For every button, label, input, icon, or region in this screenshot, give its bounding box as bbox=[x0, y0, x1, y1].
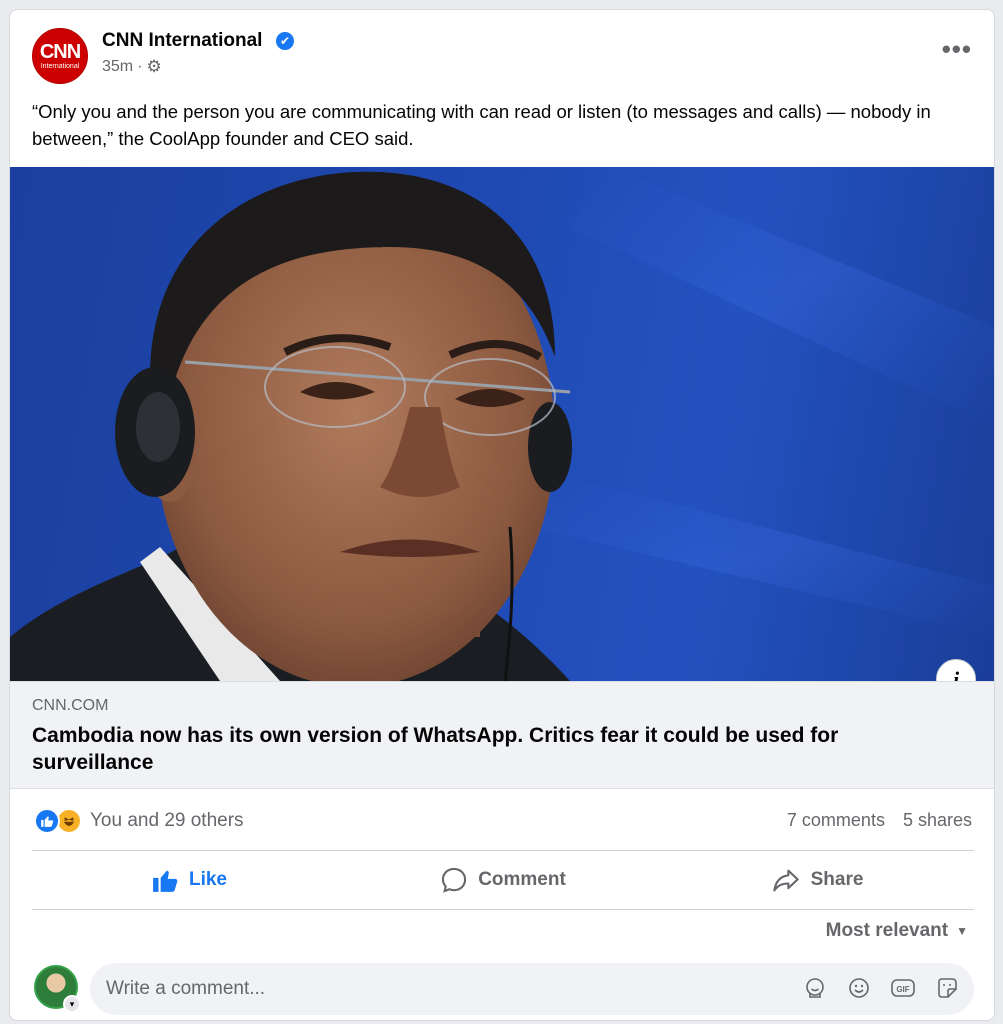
more-options-icon[interactable]: ••• bbox=[942, 36, 972, 62]
thumbs-up-icon bbox=[41, 816, 54, 827]
comment-composer: GIF bbox=[90, 963, 974, 1015]
caret-down-icon: ▼ bbox=[956, 924, 968, 938]
link-domain: CNN.COM bbox=[32, 697, 109, 714]
link-title[interactable]: Cambodia now has its own version of What… bbox=[32, 722, 932, 776]
cnn-logo-subtext: International bbox=[40, 62, 80, 70]
like-label: Like bbox=[188, 869, 228, 890]
audience-gear-icon[interactable]: ⚙ bbox=[146, 57, 161, 77]
comment-button[interactable]: Comment bbox=[346, 851, 660, 909]
page-name-link[interactable]: CNN International bbox=[102, 30, 262, 52]
like-button[interactable]: Like bbox=[32, 851, 346, 909]
engagement-counts: 7 comments 5 shares bbox=[787, 810, 972, 831]
reaction-count-text: You and 29 others bbox=[90, 810, 244, 831]
comments-count-link[interactable]: 7 comments bbox=[787, 810, 885, 831]
gif-icon[interactable]: GIF bbox=[890, 975, 916, 1001]
shares-count-link[interactable]: 5 shares bbox=[903, 810, 972, 831]
share-label: Share bbox=[810, 869, 864, 890]
comment-sort-dropdown[interactable]: Most relevant ▼ bbox=[826, 920, 968, 942]
link-preview[interactable]: CNN.COM Cambodia now has its own version… bbox=[10, 681, 994, 789]
cnn-logo-text: CNN bbox=[39, 40, 81, 63]
comment-label: Comment bbox=[478, 869, 566, 890]
chevron-down-icon[interactable]: ▾ bbox=[63, 995, 81, 1013]
meta-separator: · bbox=[137, 58, 143, 75]
post-text: “Only you and the person you are communi… bbox=[32, 101, 931, 149]
svg-text:GIF: GIF bbox=[896, 985, 909, 994]
avatar-sticker-icon[interactable] bbox=[802, 975, 828, 1001]
action-bar: Like Comment Share bbox=[32, 851, 974, 909]
page-avatar[interactable]: CNN International bbox=[32, 28, 88, 84]
sticker-icon[interactable] bbox=[934, 975, 960, 1001]
laughing-face-icon bbox=[63, 817, 75, 826]
divider-bottom bbox=[32, 909, 974, 910]
portrait-illustration bbox=[10, 167, 994, 681]
verified-badge-icon: ✔ bbox=[276, 32, 294, 50]
emoji-icon[interactable] bbox=[846, 975, 872, 1001]
composer-icons: GIF bbox=[802, 975, 960, 1001]
like-reaction-icon bbox=[34, 808, 60, 834]
post-timestamp[interactable]: 35m bbox=[102, 58, 133, 76]
post-meta: 35m · ⚙ bbox=[102, 57, 162, 77]
share-button[interactable]: Share bbox=[660, 851, 974, 909]
post-card: CNN International CNN International ✔ 35… bbox=[9, 9, 995, 1021]
comment-input[interactable] bbox=[106, 963, 786, 1015]
thumbs-up-icon bbox=[153, 870, 178, 892]
article-photo[interactable]: i bbox=[10, 167, 994, 681]
comment-bubble-icon bbox=[442, 867, 467, 893]
share-arrow-icon bbox=[772, 869, 799, 892]
sort-label: Most relevant bbox=[825, 920, 949, 941]
reactions-summary[interactable]: You and 29 others bbox=[34, 808, 244, 834]
